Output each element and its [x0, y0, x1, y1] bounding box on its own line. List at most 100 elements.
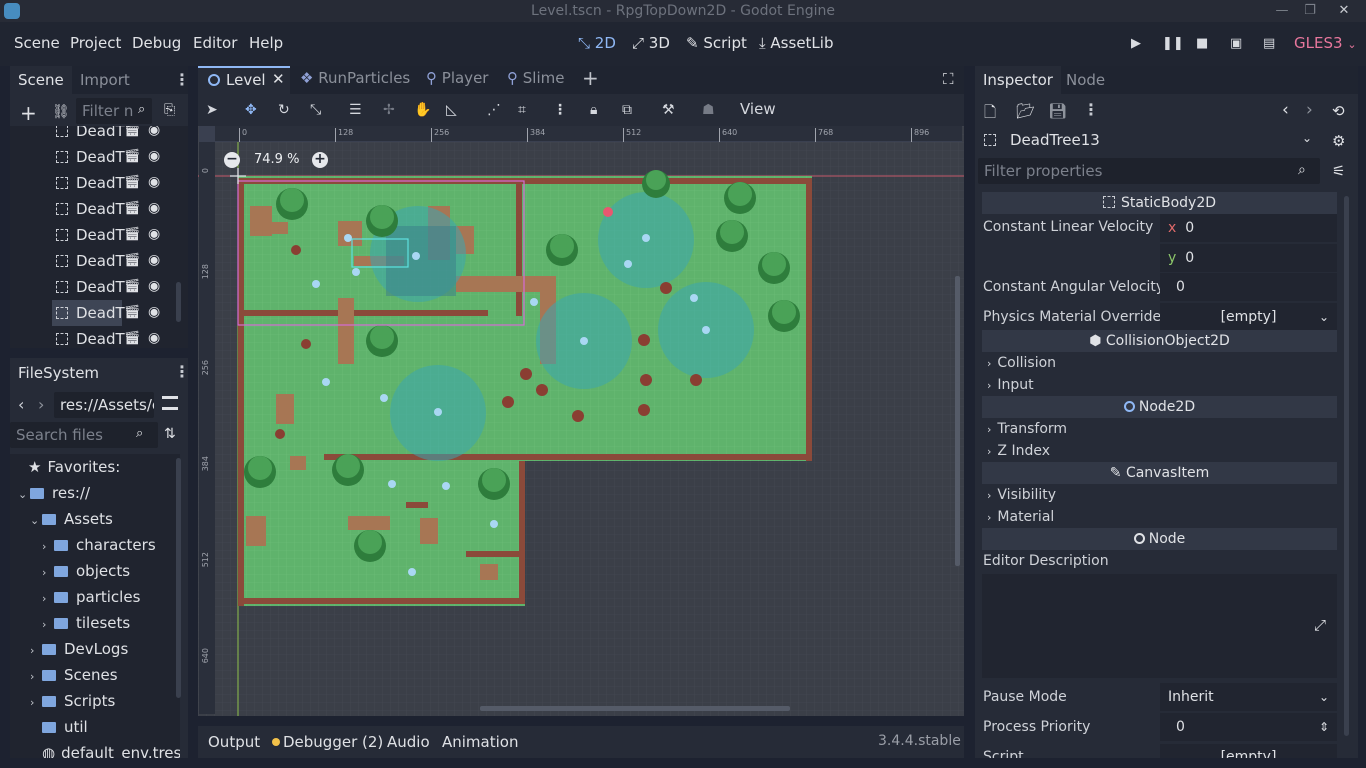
tab-node[interactable]: Node [1058, 66, 1113, 94]
folder-item[interactable]: › tilesets [42, 610, 130, 636]
instance-scene-icon[interactable]: 🎬︎ [124, 305, 141, 320]
chevron-right-icon[interactable]: › [30, 664, 40, 690]
script-field[interactable]: [empty] [1160, 744, 1337, 758]
pause-mode-select[interactable]: Inherit ⌄ [1160, 683, 1337, 711]
instance-scene-icon[interactable]: 🎬︎ [124, 279, 141, 294]
tab-output[interactable]: Output [208, 733, 260, 751]
forward-icon[interactable]: › [38, 395, 44, 414]
linear-velocity-x-field[interactable]: x 0 [1160, 214, 1337, 242]
scene-node-item[interactable]: DeadT [52, 248, 125, 274]
add-node-icon[interactable]: + [20, 101, 37, 125]
zoom-level[interactable]: 74.9 % [254, 152, 299, 167]
play-icon[interactable]: ▶ [1131, 36, 1141, 51]
history-back-icon[interactable]: ‹ [1282, 100, 1289, 120]
folder-item[interactable]: › characters [42, 532, 156, 558]
filesystem-menu-icon[interactable]: ⋮ [174, 362, 190, 381]
folder-item[interactable]: util [30, 714, 88, 740]
filesystem-path-input[interactable]: res://Assets/c [54, 392, 154, 418]
chevron-right-icon[interactable]: › [42, 534, 52, 560]
editor-description-textarea[interactable] [982, 574, 1337, 678]
chevron-down-icon[interactable]: ⌄ [18, 482, 28, 508]
favorites-item[interactable]: ★ Favorites: [28, 454, 120, 480]
back-icon[interactable]: ‹ [18, 395, 24, 414]
snap-options-icon[interactable]: ⋮ [553, 102, 567, 118]
scene-node-item[interactable]: DeadT [52, 196, 125, 222]
select-mode-icon[interactable]: ➤ [206, 102, 218, 118]
zoom-in-icon[interactable]: + [312, 152, 328, 168]
node-selector[interactable]: DeadTree13 ⌄ [980, 128, 1324, 154]
smart-snap-icon[interactable]: ⋰ [487, 102, 501, 118]
scene-node-item[interactable]: DeadT [52, 144, 125, 170]
stop-icon[interactable]: ■ [1196, 36, 1208, 51]
menu-editor[interactable]: Editor [193, 34, 237, 52]
group-input[interactable]: › Input [987, 377, 1034, 393]
folder-item[interactable]: › Scripts [30, 688, 115, 714]
visibility-eye-icon[interactable]: ◉ [148, 330, 160, 346]
new-resource-icon[interactable]: 🗋︎ [984, 102, 996, 127]
filesystem-scrollbar[interactable] [176, 458, 181, 698]
tab-slime[interactable]: ⚲ Slime [507, 69, 564, 87]
viewport-v-scrollbar[interactable] [955, 276, 960, 566]
workspace-script-button[interactable]: ✎ Script [686, 34, 747, 52]
visibility-eye-icon[interactable]: ◉ [148, 304, 160, 320]
folder-item[interactable]: › Scenes [30, 662, 118, 688]
scale-mode-icon[interactable]: ⤡ [310, 102, 321, 118]
tab-player[interactable]: ⚲ Player [426, 69, 488, 87]
scene-node-item[interactable]: DeadT [52, 126, 125, 144]
scene-node-item[interactable]: DeadT [52, 300, 125, 326]
viewport-2d[interactable]: − 74.9 % + [198, 126, 964, 716]
view-menu[interactable]: View [740, 100, 776, 118]
split-mode-icon[interactable] [162, 396, 178, 410]
grid-snap-icon[interactable]: ⌗ [518, 102, 526, 118]
pan-mode-icon[interactable]: ✋ [414, 102, 431, 118]
menu-scene[interactable]: Scene [14, 34, 60, 52]
tab-runparticles[interactable]: ❖ RunParticles [300, 69, 410, 87]
tab-import[interactable]: Import [72, 66, 138, 94]
viewport-h-scrollbar[interactable] [480, 706, 790, 711]
tab-scene[interactable]: Scene [10, 66, 72, 94]
instance-scene-icon[interactable]: 🎬︎ [124, 149, 141, 164]
visibility-eye-icon[interactable]: ◉ [148, 200, 160, 216]
inspector-scrollbar[interactable] [1344, 196, 1349, 736]
workspace-3d-button[interactable]: ⤢ 3D [632, 34, 670, 52]
object-properties-icon[interactable]: ⚙ [1332, 132, 1345, 150]
folder-item[interactable]: ⌄ res:// [18, 480, 90, 506]
chevron-down-icon[interactable]: ⌄ [30, 508, 40, 534]
instance-scene-icon[interactable]: 🎬︎ [124, 331, 141, 346]
visibility-eye-icon[interactable]: ◉ [148, 278, 160, 294]
visibility-eye-icon[interactable]: ◉ [148, 226, 160, 242]
list-select-icon[interactable]: ☰ [349, 102, 362, 118]
linear-velocity-y-field[interactable]: y 0 [1160, 244, 1337, 272]
folder-item[interactable]: › DevLogs [30, 636, 128, 662]
visibility-eye-icon[interactable]: ◉ [148, 148, 160, 164]
instance-scene-icon[interactable]: 🎬︎ [124, 126, 141, 138]
rotate-mode-icon[interactable]: ↻ [278, 102, 290, 118]
group-transform[interactable]: › Transform [987, 421, 1067, 437]
folder-item[interactable]: ⌄ Assets [30, 506, 113, 532]
instance-scene-icon[interactable]: 🎬︎ [124, 253, 141, 268]
new-tab-icon[interactable]: + [582, 66, 599, 90]
file-item[interactable]: ◍ default_env.tres [30, 740, 180, 758]
stepper-icon[interactable]: ⇕ [1319, 713, 1329, 741]
visibility-eye-icon[interactable]: ◉ [148, 126, 160, 138]
scene-node-item[interactable]: DeadT [52, 222, 125, 248]
process-priority-field[interactable]: 0 ⇕ [1160, 713, 1337, 741]
ruler-mode-icon[interactable]: ◺ [446, 102, 457, 118]
link-icon[interactable]: ⛓ [52, 104, 70, 120]
history-forward-icon[interactable]: › [1306, 100, 1313, 120]
group-material[interactable]: › Material [987, 509, 1054, 525]
sort-icon[interactable]: ⇅ [164, 426, 176, 442]
angular-velocity-field[interactable]: 0 [1160, 273, 1337, 301]
save-resource-icon[interactable]: 💾︎ [1048, 102, 1067, 120]
property-settings-icon[interactable]: ⚟ [1332, 162, 1345, 180]
scene-dock-menu-icon[interactable]: ⋮ [174, 70, 190, 89]
chevron-right-icon[interactable]: › [42, 586, 52, 612]
inspector-menu-icon[interactable]: ⋮ [1083, 100, 1099, 119]
tab-animation[interactable]: Animation [442, 733, 518, 751]
expand-icon[interactable]: ⤢ [1314, 616, 1326, 634]
scene-node-item[interactable]: DeadT [52, 274, 125, 300]
instance-scene-icon[interactable]: 🎬︎ [124, 227, 141, 242]
pause-icon[interactable]: ❚❚ [1162, 36, 1184, 51]
object-history-icon[interactable]: ⟲ [1332, 102, 1345, 120]
chevron-right-icon[interactable]: › [42, 612, 52, 638]
